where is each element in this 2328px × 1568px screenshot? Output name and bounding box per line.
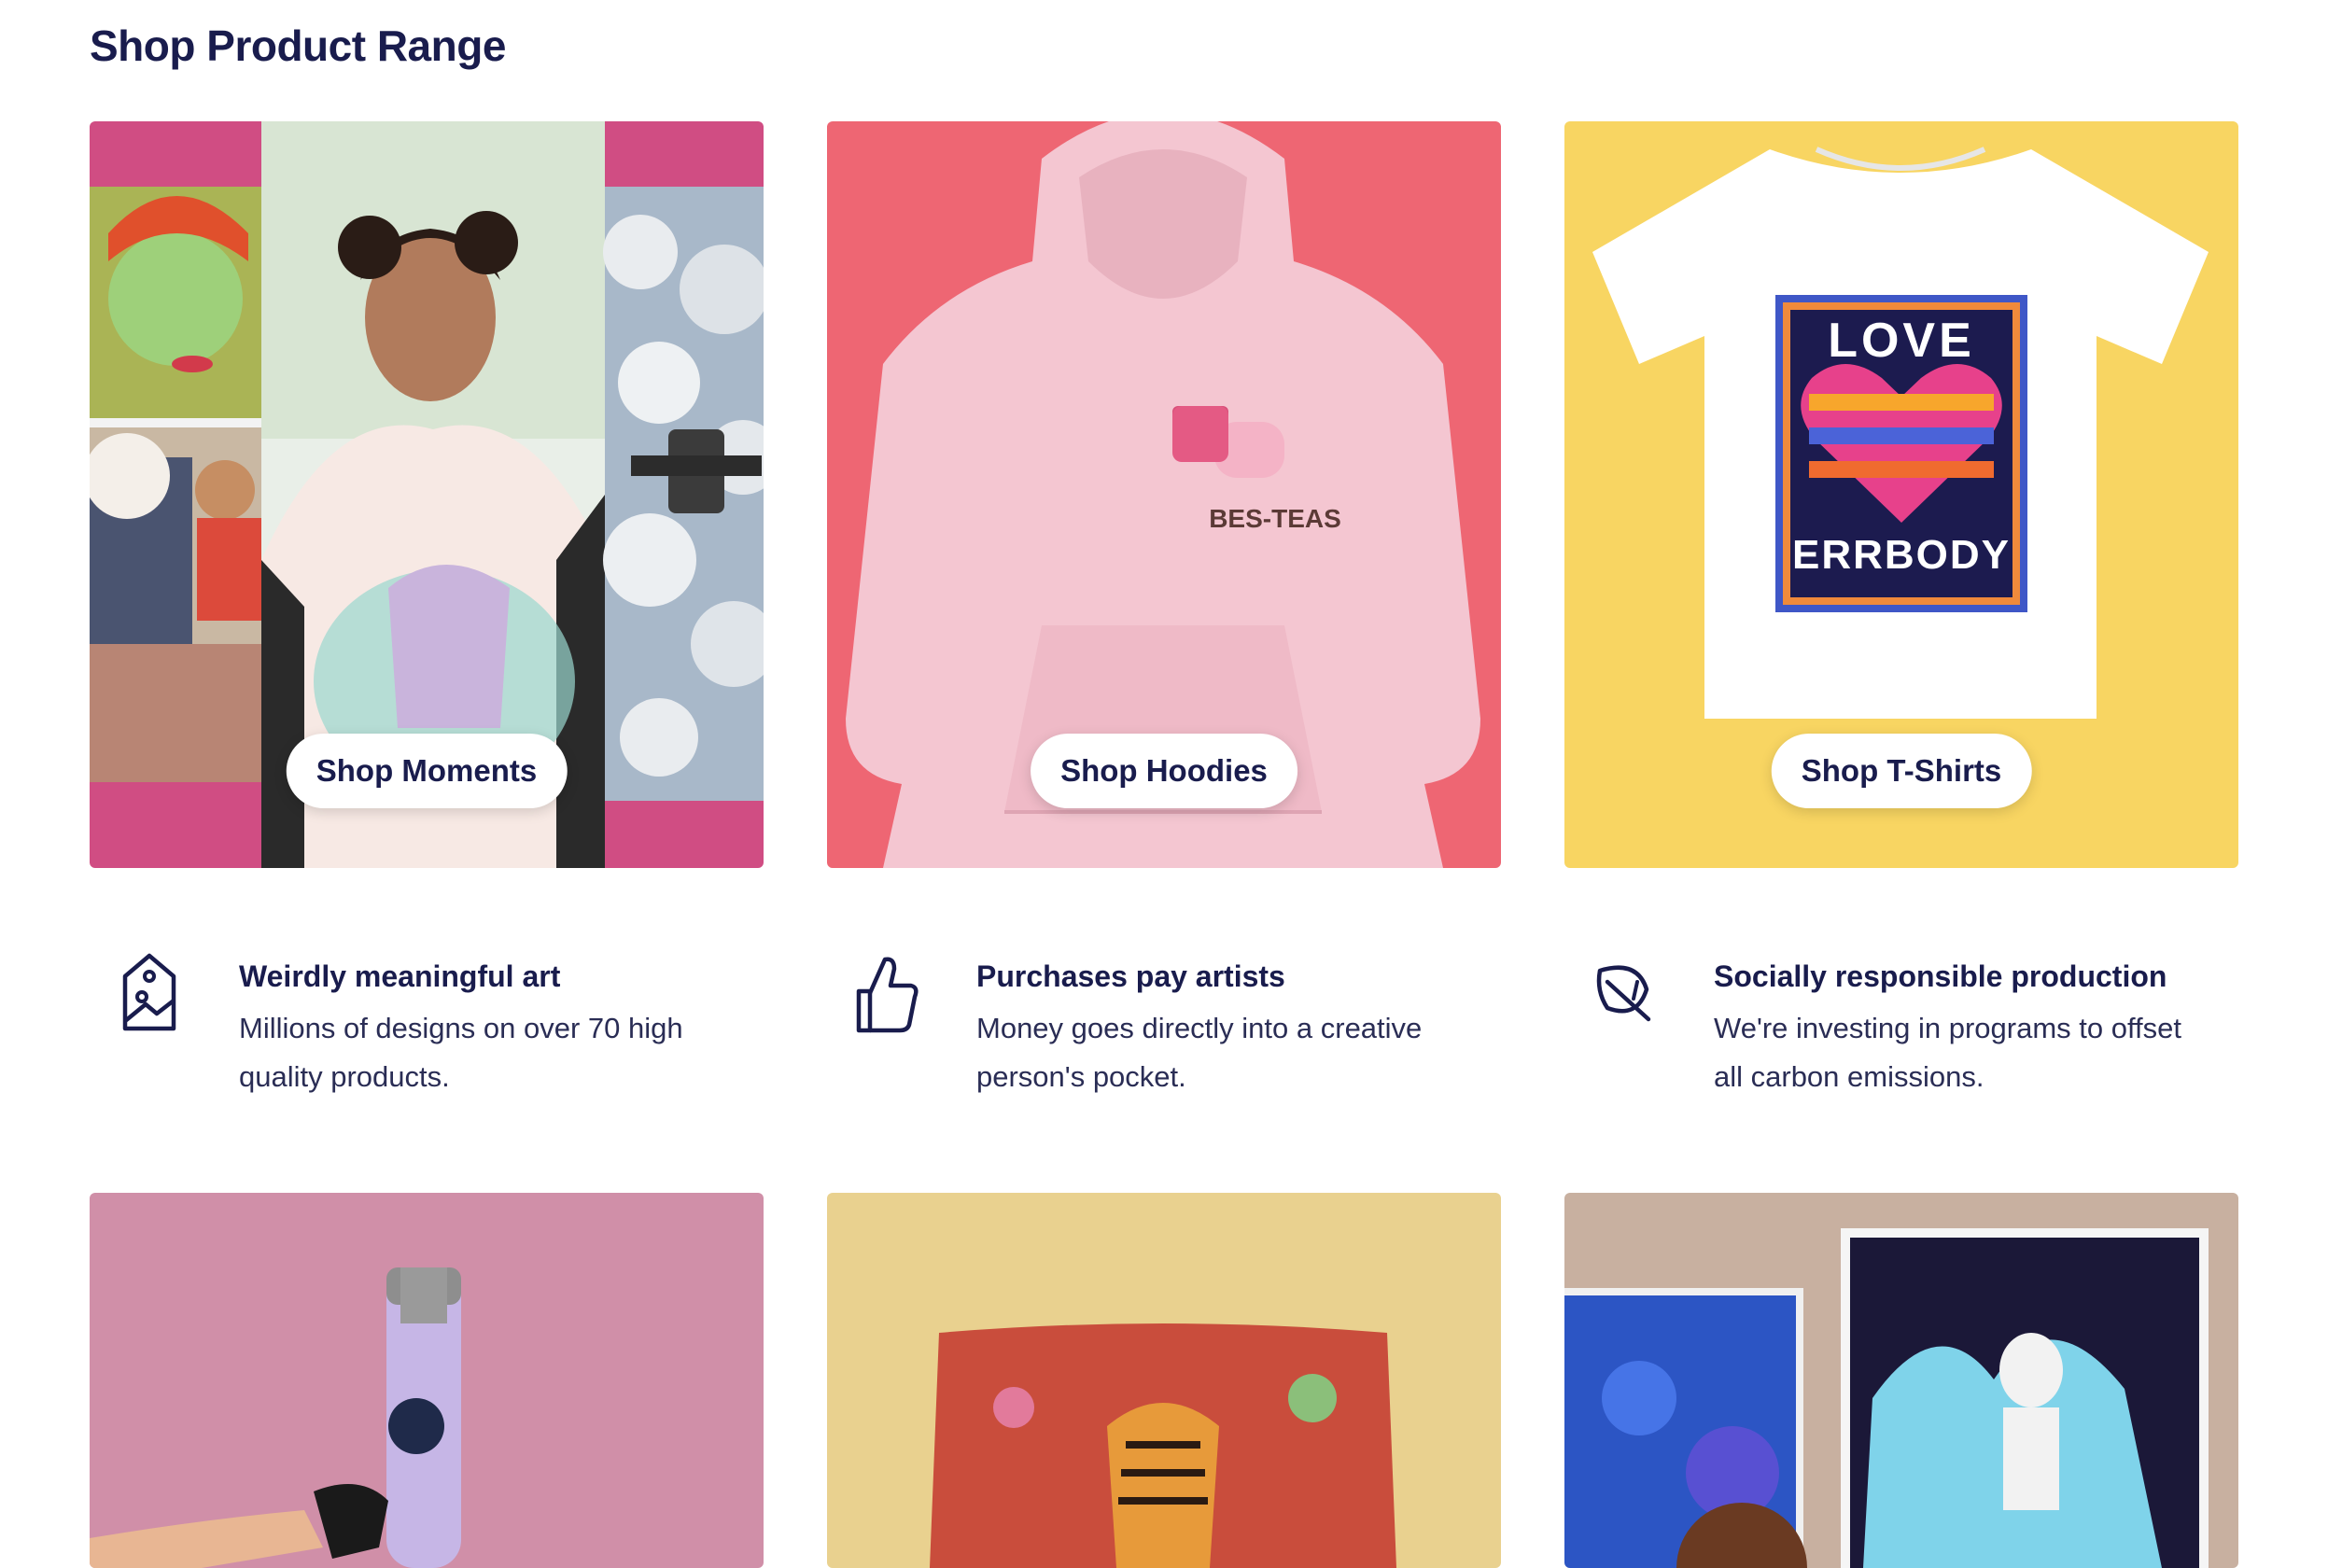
feature-title: Socially responsible production — [1714, 959, 2167, 993]
feature-description: Millions of designs on over 70 high qual… — [239, 1012, 683, 1093]
tile-tshirts[interactable]: LOVE ERRBODY Shop T-Shirts — [1564, 121, 2238, 868]
page-title: Shop Product Range — [90, 21, 506, 70]
feature-responsible-production: Socially responsible production We're in… — [1564, 943, 2218, 1129]
tile-stickers[interactable] — [90, 1193, 764, 1568]
pillow-artwork — [827, 1193, 1501, 1568]
posters-artwork — [1564, 1193, 2238, 1568]
tshirt-print-top: LOVE — [1828, 314, 1975, 368]
feature-description: We're investing in programs to offset al… — [1714, 1012, 2182, 1093]
tile-pillows[interactable] — [827, 1193, 1501, 1568]
shop-moments-button[interactable]: Shop Moments — [286, 734, 568, 808]
feature-title: Purchases pay artists — [976, 959, 1285, 993]
shop-hoodies-button[interactable]: Shop Hoodies — [1031, 734, 1297, 808]
tile-moments[interactable]: Shop Moments — [90, 121, 764, 868]
thumbs-up-icon — [856, 957, 919, 1033]
feature-meaningful-art: Weirdly meaningful art Millions of desig… — [90, 943, 743, 1129]
leaf-icon — [1596, 965, 1651, 1022]
hoodie-print-text: BES-TEAS — [1209, 504, 1341, 533]
tshirt-print-bottom: ERRBODY — [1791, 532, 2012, 578]
feature-pay-artists: Purchases pay artists Money goes directl… — [827, 943, 1480, 1129]
feature-description: Money goes directly into a creative pers… — [976, 1012, 1423, 1093]
tile-hoodies[interactable]: BES-TEAS Shop Hoodies — [827, 121, 1501, 868]
image-tag-icon — [122, 953, 176, 1031]
page: Shop Product Range Shop Moments BES-TEAS… — [0, 0, 2328, 1568]
feature-title: Weirdly meaningful art — [239, 959, 561, 993]
tile-posters[interactable] — [1564, 1193, 2238, 1568]
shop-tshirts-button[interactable]: Shop T-Shirts — [1771, 734, 2032, 808]
stickers-artwork — [90, 1193, 764, 1568]
